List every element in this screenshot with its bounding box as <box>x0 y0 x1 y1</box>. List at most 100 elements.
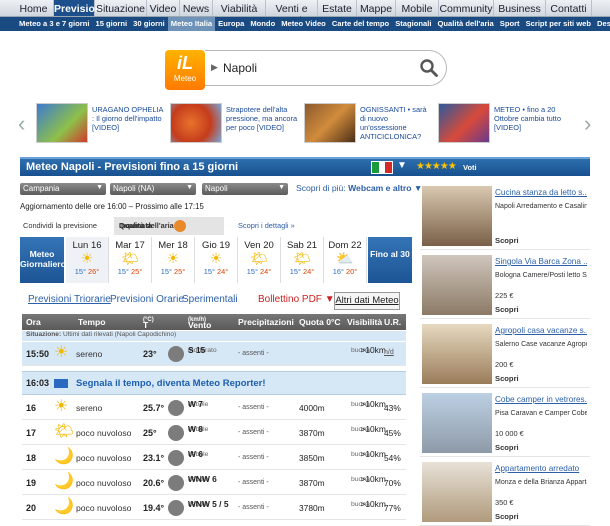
row-freezing-level: 3780m <box>299 503 325 513</box>
ad-cta[interactable]: Scopri <box>495 374 519 383</box>
ad-cta[interactable]: Scopri <box>495 305 519 314</box>
nav-tab-mappe[interactable]: Mappe <box>357 0 396 16</box>
ad-cta[interactable]: Scopri <box>495 512 519 521</box>
news-item[interactable]: OGNISSANTI • sarà di nuovo un'ossessione… <box>304 103 434 145</box>
row-temperature: 23° <box>143 349 157 359</box>
italy-flag-icon[interactable] <box>371 161 393 174</box>
row-wind: W 7 debole <box>188 400 208 409</box>
share-forecast-link[interactable]: Condividi la previsione <box>23 221 97 230</box>
ad-item[interactable]: Cobe camper in vetrores... Pisa Caravan e… <box>420 389 590 457</box>
search-input[interactable] <box>223 59 403 77</box>
rating-stars[interactable]: ★★★★★ <box>416 161 457 172</box>
nav-tab-contatti[interactable]: Contatti <box>546 0 592 16</box>
ad-title[interactable]: Appartamento arredato <box>495 464 587 473</box>
ad-photo[interactable] <box>422 255 492 315</box>
ad-photo[interactable] <box>422 393 492 453</box>
action-bar: Condividi la previsione Qualità dell'ari… <box>20 217 412 235</box>
ad-item[interactable]: Singola Via Barca Zona ... Bologna Camere… <box>420 251 590 319</box>
ad-title[interactable]: Cobe camper in vetrores... <box>495 395 587 404</box>
ad-item[interactable]: Cucina stanza da letto s... Napoli Arreda… <box>420 182 590 250</box>
nav-tab-venti-e-mari[interactable]: Venti e Mari <box>266 0 318 27</box>
subnav-item[interactable]: Script per siti web <box>523 17 594 31</box>
news-item[interactable]: URAGANO OPHELIA : Il giorno dell'impatto… <box>36 103 166 145</box>
ad-title[interactable]: Singola Via Barca Zona ... <box>495 257 587 266</box>
nav-tab-business[interactable]: Business <box>494 0 546 16</box>
row-freezing-level: 4000m <box>299 403 325 413</box>
nav-tab-news[interactable]: News <box>180 0 213 16</box>
tab-triorarie[interactable]: Previsioni Triorarie <box>28 294 111 305</box>
city-select[interactable]: Napoli ▼ <box>202 183 288 195</box>
subnav-item[interactable]: Europa <box>215 17 247 31</box>
nav-tab-viabilit-[interactable]: Viabilità <box>213 0 266 16</box>
region-select[interactable]: Campania ▼ <box>20 183 106 195</box>
ad-cta[interactable]: Scopri <box>495 236 519 245</box>
news-item[interactable]: METEO • fino a 20 Ottobre cambia tutto [… <box>438 103 568 145</box>
scopri-prefix: Scopri di più: <box>296 183 349 193</box>
carousel-prev-icon[interactable]: ‹ <box>18 111 25 137</box>
wind-direction-icon <box>168 425 184 441</box>
day-min: 15° <box>203 267 215 276</box>
table-row: 17 🌤 poco nuvoloso 25° W 8 debole - assenti - 3… <box>22 421 406 445</box>
subnav-item[interactable]: Meteo a 3 e 7 giorni <box>16 17 92 31</box>
ad-title[interactable]: Cucina stanza da letto s... <box>495 188 587 197</box>
subnav-item[interactable]: Meteo Italia <box>167 17 216 31</box>
day-item[interactable]: Mar 17 🌤 15° 25° <box>109 237 152 283</box>
tab-sperimentali[interactable]: Sperimentali <box>182 294 238 305</box>
tab-orarie[interactable]: Previsioni Orarie <box>110 294 184 305</box>
subnav-item[interactable]: 30 giorni <box>130 17 168 31</box>
chevron-down-icon[interactable]: ▼ <box>397 160 407 171</box>
day-item[interactable]: Sab 21 🌤 15° 24° <box>281 237 324 283</box>
daily-forecast-button[interactable]: Meteo Giornaliero <box>20 237 66 283</box>
weather-icon: ☀ <box>80 250 94 266</box>
until-30-button[interactable]: Fino al 30 <box>368 237 412 283</box>
ad-item[interactable]: Agropoli casa vacanze s... Salerno Case v… <box>420 320 590 388</box>
meteo-reporter-row[interactable]: 16:03 Segnala il tempo, diventa Meteo Re… <box>22 371 406 395</box>
ilmeteo-logo[interactable]: iL Meteo <box>165 50 205 90</box>
carousel-next-icon[interactable]: › <box>584 111 591 137</box>
scopri-link[interactable]: Scopri di più: Webcam e altro ▼ <box>296 183 422 193</box>
nav-tab-mobile[interactable]: Mobile <box>396 0 439 16</box>
ad-cta[interactable]: Scopri <box>495 443 519 452</box>
nav-tab-estate[interactable]: Estate <box>318 0 357 16</box>
nav-tab-community[interactable]: Community <box>439 0 494 16</box>
nav-tab-home[interactable]: Home <box>14 0 54 16</box>
row-visibility: >10km buona <box>351 425 386 434</box>
air-quality-box[interactable]: Qualità dell'aria Inquinata <box>114 217 224 235</box>
ad-photo[interactable] <box>422 186 492 246</box>
day-item[interactable]: Mer 18 ☀ 15° 25° <box>152 237 195 283</box>
weather-icon: 🌤 <box>54 423 75 440</box>
weather-icon: 🌤 <box>250 250 268 266</box>
subnav-item[interactable]: Desktop <box>594 17 610 31</box>
day-item[interactable]: Dom 22 ⛅ 16° 20° <box>324 237 367 283</box>
subnav-item[interactable]: Meteo Video <box>278 17 329 31</box>
ad-item[interactable]: Appartamento arredato Monza e della Brian… <box>420 458 590 526</box>
subnav-item[interactable]: Sport <box>497 17 523 31</box>
news-item[interactable]: Strapotere dell'alta pressione, ma ancor… <box>170 103 300 145</box>
day-item[interactable]: Gio 19 ☀ 15° 24° <box>195 237 238 283</box>
day-item[interactable]: Lun 16 ☀ 15° 26° <box>66 237 109 283</box>
subnav-item[interactable]: 15 giorni <box>92 17 130 31</box>
row-humidity[interactable]: n/d <box>384 349 394 356</box>
ad-photo[interactable] <box>422 462 492 522</box>
details-link[interactable]: Scopri i dettagli » <box>238 221 295 230</box>
nav-tab-video[interactable]: Video <box>147 0 180 16</box>
row-freezing-level: 3870m <box>299 428 325 438</box>
nav-tab-previsioni[interactable]: Previsioni <box>54 0 104 16</box>
ad-title[interactable]: Agropoli casa vacanze s... <box>495 326 587 335</box>
day-item[interactable]: Ven 20 🌤 15° 24° <box>238 237 281 283</box>
row-precipitation: - assenti - <box>238 454 269 461</box>
row-time: 16 <box>26 403 37 413</box>
subnav-item[interactable]: Stagionali <box>392 17 434 31</box>
province-select[interactable]: Napoli (NA) ▼ <box>110 183 196 195</box>
subnav-item[interactable]: Qualità dell'aria <box>435 17 497 31</box>
search-icon[interactable] <box>419 58 439 78</box>
pdf-bulletin-link[interactable]: Bollettino PDF ▼ <box>258 294 335 305</box>
altri-dati-button[interactable]: Altri dati Meteo <box>334 292 400 310</box>
subnav-item[interactable]: Carte del tempo <box>329 17 392 31</box>
nav-tab-situazione[interactable]: Situazione <box>95 0 147 16</box>
row-wind-value: W 8 <box>188 424 203 434</box>
col-vento-label: Vento <box>188 320 212 330</box>
ad-photo[interactable] <box>422 324 492 384</box>
subnav-item[interactable]: Mondo <box>247 17 278 31</box>
wind-direction-icon <box>168 500 184 516</box>
